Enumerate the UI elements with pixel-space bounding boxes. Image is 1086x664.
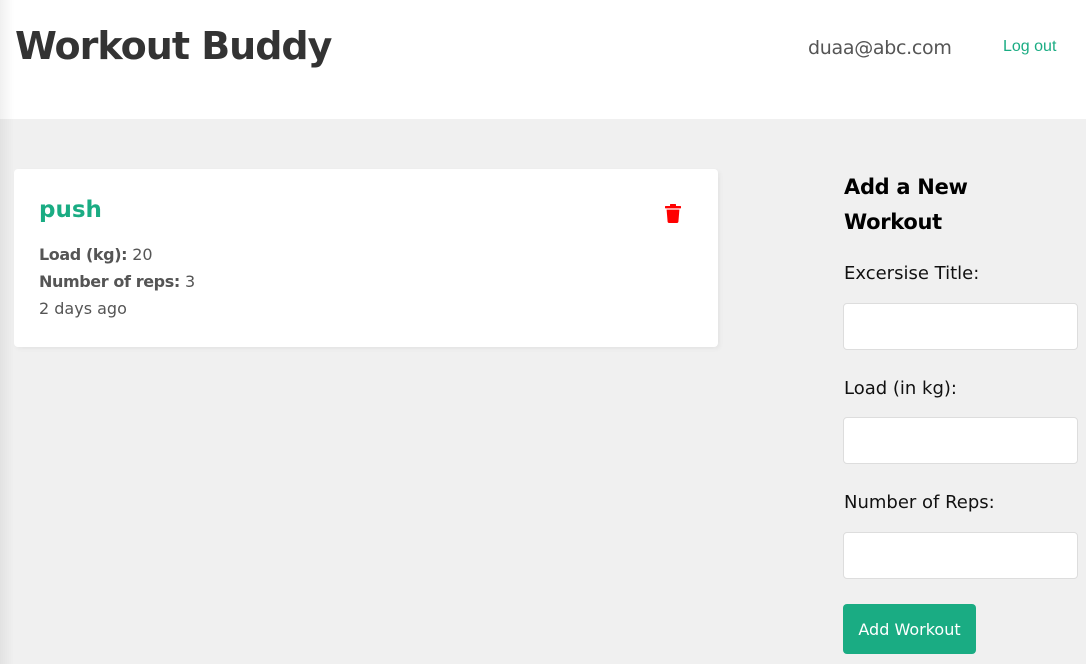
app-title[interactable]: Workout Buddy — [15, 24, 332, 68]
navbar: Workout Buddy duaa@abc.com Log out — [0, 0, 1086, 119]
reps-value: 3 — [184, 272, 196, 291]
user-email: duaa@abc.com — [808, 37, 952, 59]
title-field-label: Excersise Title: — [844, 263, 980, 284]
workout-load: Load (kg): 20 — [39, 245, 153, 264]
reps-field[interactable] — [843, 532, 1078, 579]
load-value: 20 — [132, 245, 153, 264]
workout-reps: Number of reps: 3 — [39, 272, 195, 291]
logout-button[interactable]: Log out — [1003, 38, 1056, 56]
workout-title: push — [39, 197, 102, 223]
reps-label: Number of reps: — [39, 272, 180, 291]
reps-field-label: Number of Reps: — [844, 492, 995, 513]
workout-timestamp: 2 days ago — [39, 299, 127, 318]
delete-workout-button[interactable] — [662, 201, 684, 225]
load-field[interactable] — [843, 417, 1078, 464]
load-label: Load (kg): — [39, 245, 128, 264]
workout-card: push Load (kg): 20 Number of reps: 3 2 d… — [14, 169, 718, 347]
trash-icon — [665, 203, 681, 223]
add-workout-button[interactable]: Add Workout — [843, 604, 976, 654]
load-field-label: Load (in kg): — [844, 378, 957, 399]
form-heading: Add a New Workout — [844, 175, 968, 234]
title-field[interactable] — [843, 303, 1078, 350]
